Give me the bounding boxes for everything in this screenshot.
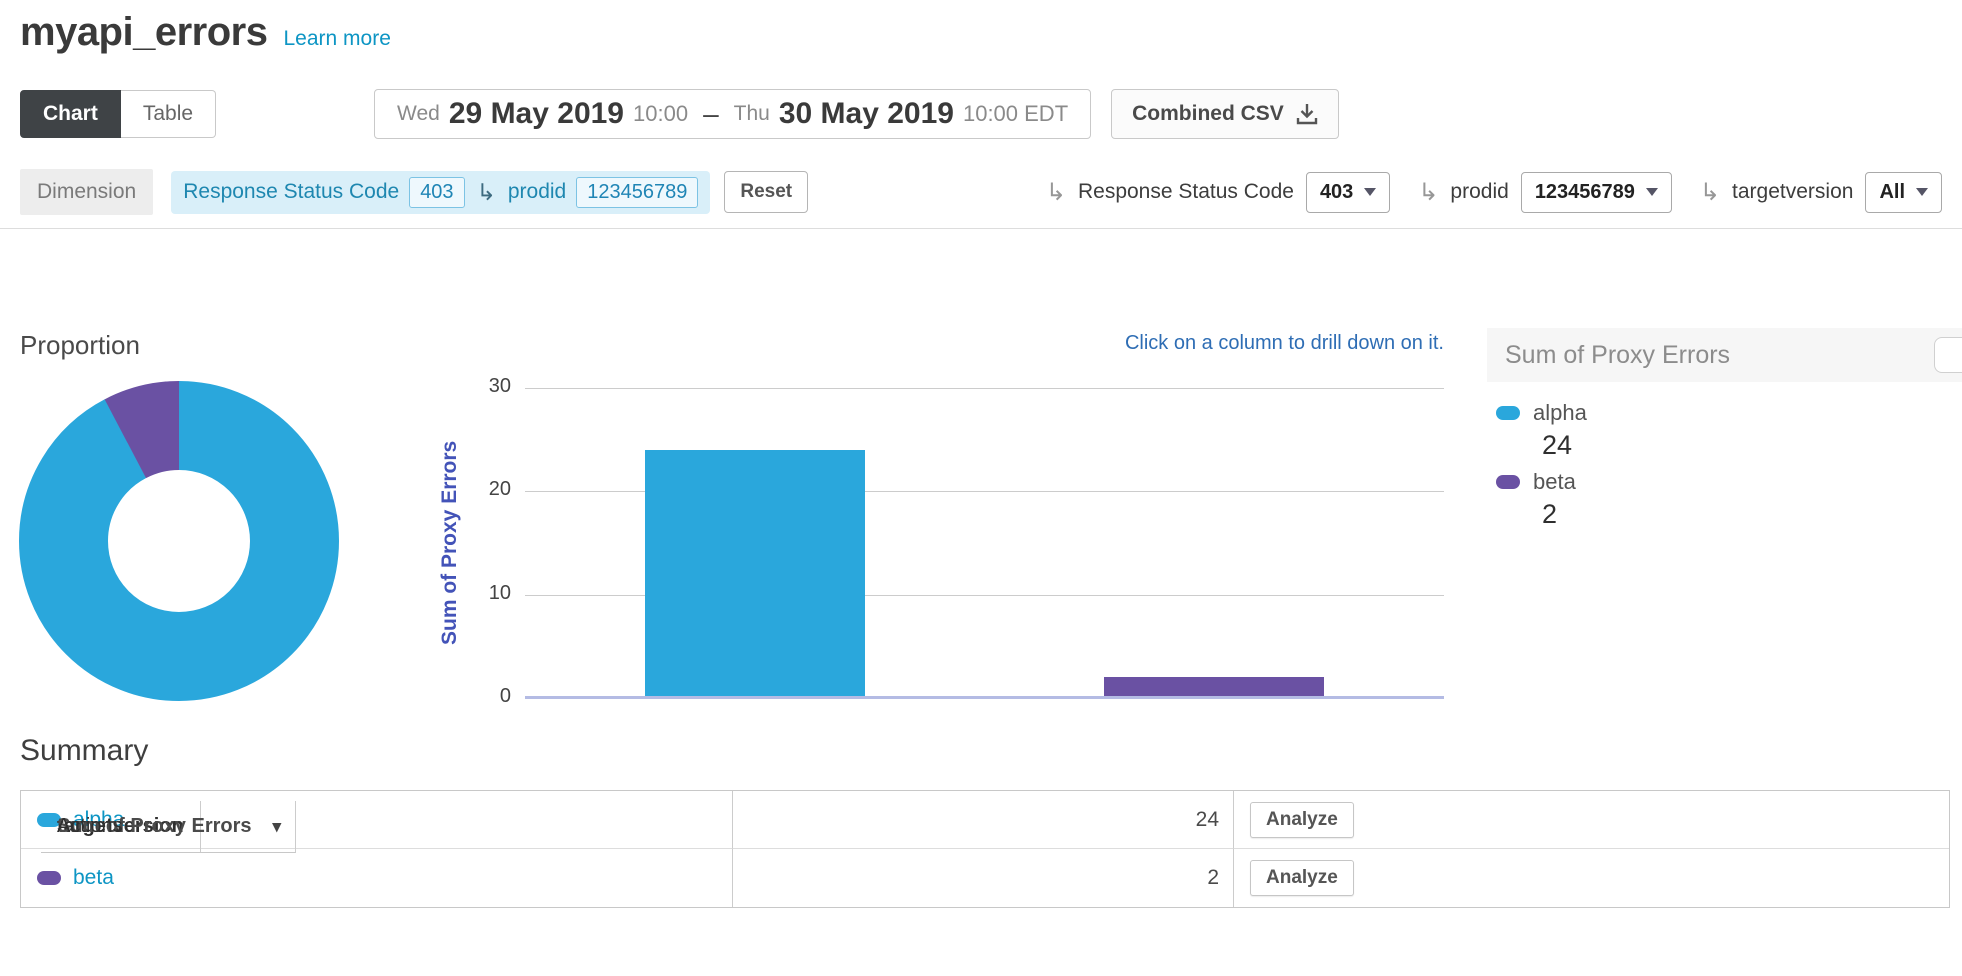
table-row-alpha-actions: Analyze <box>1234 791 1949 849</box>
end-day: Thu <box>734 102 770 126</box>
filter-name: prodid <box>1450 180 1508 204</box>
filter-select-prodid[interactable]: 123456789 <box>1521 172 1672 213</box>
color-swatch-alpha <box>1496 406 1520 420</box>
legend-title: Sum of Proxy Errors <box>1505 341 1730 370</box>
dimension-label: Dimension <box>20 169 153 215</box>
end-time: 10:00 EDT <box>963 101 1068 127</box>
date-range-separator: – <box>697 98 725 130</box>
legend-item: beta <box>1496 469 1962 495</box>
level-down-icon: ↳ <box>475 179 498 206</box>
start-day: Wed <box>397 102 440 126</box>
breadcrumb-name: prodid <box>508 180 566 204</box>
drilldown-breadcrumb[interactable]: Response Status Code 403 ↳ prodid 123456… <box>171 171 710 214</box>
table-row-beta-actions: Analyze <box>1234 849 1949 907</box>
download-icon <box>1296 103 1318 125</box>
level-down-icon: ↳ <box>1046 178 1066 207</box>
filter-selected-value: 123456789 <box>1535 181 1635 204</box>
caret-down-icon <box>1646 188 1658 196</box>
color-swatch-beta <box>1496 475 1520 489</box>
filter-response-status-code: ↳ Response Status Code 403 <box>1046 172 1390 213</box>
page-header: myapi_errors Learn more <box>20 10 391 55</box>
reset-button[interactable]: Reset <box>724 171 808 213</box>
y-tick-10: 10 <box>463 582 511 605</box>
donut-svg <box>18 380 340 702</box>
gridline-30 <box>525 388 1444 389</box>
level-down-icon: ↳ <box>1418 178 1438 207</box>
toolbar: Chart Table Wed 29 May 2019 10:00 – Thu … <box>20 89 1942 139</box>
filter-name: Response Status Code <box>1078 180 1294 204</box>
legend-collapse-button[interactable] <box>1934 337 1962 373</box>
drilldown-hint: Click on a column to drill down on it. <box>1125 332 1444 355</box>
end-date: 30 May 2019 <box>779 97 954 131</box>
filter-controls: ↳ Response Status Code 403 ↳ prodid 1234… <box>1032 172 1942 213</box>
summary-title: Summary <box>20 734 148 768</box>
legend-value: 2 <box>1542 499 1962 530</box>
section-divider <box>0 228 1962 229</box>
breadcrumb-name: Response Status Code <box>183 180 399 204</box>
breadcrumb-value[interactable]: 123456789 <box>576 177 698 208</box>
summary-table: targetversion Sum of Proxy Errors ▾ Acti… <box>20 790 1950 908</box>
caret-down-icon <box>1364 188 1376 196</box>
row-link-beta[interactable]: beta <box>73 866 114 890</box>
y-tick-0: 0 <box>463 685 511 708</box>
table-row-alpha-value: 24 <box>733 791 1234 849</box>
color-swatch-beta <box>37 871 61 885</box>
view-toggle: Chart Table <box>20 90 216 138</box>
legend-item: alpha <box>1496 400 1962 426</box>
bar-beta[interactable] <box>1104 677 1324 698</box>
combined-csv-label: Combined CSV <box>1132 102 1284 126</box>
breadcrumb-value[interactable]: 403 <box>409 177 464 208</box>
dimension-bar: Dimension Response Status Code 403 ↳ pro… <box>20 168 1942 216</box>
proportion-donut-chart[interactable] <box>18 380 340 702</box>
level-down-icon: ↳ <box>1700 178 1720 207</box>
column-header-actions: Actions <box>41 801 139 853</box>
analyze-button-alpha[interactable]: Analyze <box>1250 802 1354 838</box>
bar-chart: 30 20 10 0 <box>525 388 1444 698</box>
y-tick-30: 30 <box>463 375 511 398</box>
chart-view-button[interactable]: Chart <box>20 90 121 138</box>
y-tick-20: 20 <box>463 478 511 501</box>
legend-value: 24 <box>1542 430 1962 461</box>
analyze-button-beta[interactable]: Analyze <box>1250 860 1354 896</box>
start-time: 10:00 <box>633 101 688 127</box>
date-range-picker[interactable]: Wed 29 May 2019 10:00 – Thu 30 May 2019 … <box>374 89 1091 139</box>
sort-desc-icon: ▾ <box>273 817 282 837</box>
start-date: 29 May 2019 <box>449 97 624 131</box>
learn-more-link[interactable]: Learn more <box>283 27 390 51</box>
filter-select-response-status-code[interactable]: 403 <box>1306 172 1390 213</box>
filter-select-targetversion[interactable]: All <box>1865 172 1942 213</box>
table-row-beta-value: 2 <box>733 849 1234 907</box>
x-axis-baseline <box>525 696 1444 699</box>
legend-items: alpha 24 beta 2 <box>1487 382 1962 530</box>
filter-selected-value: All <box>1879 181 1905 204</box>
report-page: myapi_errors Learn more Chart Table Wed … <box>0 0 1962 976</box>
filter-selected-value: 403 <box>1320 181 1353 204</box>
filter-targetversion: ↳ targetversion All <box>1700 172 1942 213</box>
caret-down-icon <box>1916 188 1928 196</box>
combined-csv-button[interactable]: Combined CSV <box>1111 89 1339 139</box>
legend-label: alpha <box>1533 400 1587 426</box>
legend-label: beta <box>1533 469 1576 495</box>
chart-legend: Sum of Proxy Errors alpha 24 beta 2 <box>1487 328 1962 538</box>
filter-name: targetversion <box>1732 180 1853 204</box>
legend-header: Sum of Proxy Errors <box>1487 328 1962 382</box>
table-row-beta-label: beta <box>21 849 733 907</box>
y-axis-label: Sum of Proxy Errors <box>438 388 462 698</box>
table-view-button[interactable]: Table <box>121 90 216 138</box>
bar-alpha[interactable] <box>645 450 865 698</box>
proportion-title: Proportion <box>20 330 140 361</box>
page-title: myapi_errors <box>20 10 267 55</box>
filter-prodid: ↳ prodid 123456789 <box>1418 172 1672 213</box>
